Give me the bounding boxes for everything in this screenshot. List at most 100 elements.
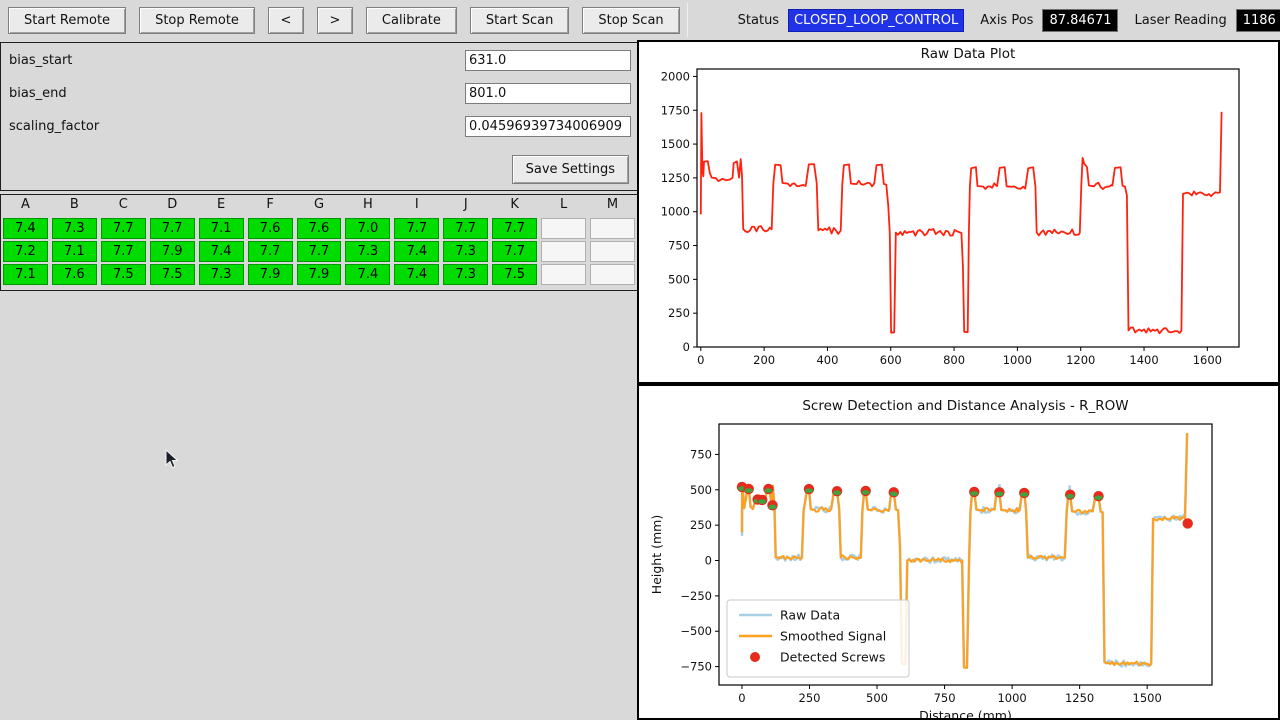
table-row-3: 7.17.67.57.57.37.97.97.47.47.37.5: [1, 263, 637, 286]
table-cell-d1: 7.7: [150, 218, 195, 239]
table-header-a: A: [1, 197, 50, 217]
step-right-button[interactable]: >: [317, 7, 353, 34]
screw-detection-plot: 0250500750100012501500−750−500−250025050…: [639, 386, 1278, 718]
table-header-i: I: [392, 197, 441, 217]
axis-pos-label: Axis Pos: [980, 13, 1033, 28]
table-cell-l2[interactable]: [541, 241, 586, 262]
table-cell-e1: 7.1: [199, 218, 244, 239]
scaling-factor-input[interactable]: [465, 116, 631, 137]
screw-detection-panel: 0250500750100012501500−750−500−250025050…: [637, 384, 1280, 720]
stop-scan-button[interactable]: Stop Scan: [582, 7, 679, 34]
calibrate-button[interactable]: Calibrate: [366, 7, 457, 34]
svg-text:1000: 1000: [997, 691, 1026, 705]
table-header-l: L: [539, 197, 588, 217]
table-header-m: M: [588, 197, 637, 217]
svg-text:2000: 2000: [661, 69, 690, 83]
svg-text:1750: 1750: [661, 103, 690, 117]
svg-text:200: 200: [753, 353, 775, 367]
table-row-1: 7.47.37.77.77.17.67.67.07.77.77.7: [1, 217, 637, 240]
table-cell-j1: 7.7: [443, 218, 488, 239]
table-cell-g2: 7.7: [297, 241, 342, 262]
svg-text:Detected Screws: Detected Screws: [780, 650, 885, 665]
svg-text:Height (mm): Height (mm): [649, 515, 664, 594]
table-header-b: B: [50, 197, 99, 217]
axis-pos-value: 87.84671: [1042, 9, 1118, 32]
table-cell-i3: 7.4: [394, 264, 439, 285]
svg-text:1500: 1500: [661, 137, 690, 151]
stop-remote-button[interactable]: Stop Remote: [139, 7, 255, 34]
table-cell-k2: 7.7: [492, 241, 537, 262]
svg-text:250: 250: [799, 691, 821, 705]
toolbar: Start Remote Stop Remote < > Calibrate Start …: [0, 0, 1280, 40]
svg-text:400: 400: [816, 353, 838, 367]
table-cell-m3[interactable]: [590, 264, 635, 285]
svg-text:250: 250: [668, 306, 690, 320]
svg-text:500: 500: [668, 272, 690, 286]
measurement-table: ABCDEFGHIJKLM7.47.37.77.77.17.67.67.07.7…: [0, 194, 638, 291]
table-header-g: G: [295, 197, 344, 217]
svg-text:Raw Data: Raw Data: [780, 608, 840, 623]
svg-text:1250: 1250: [661, 171, 690, 185]
svg-text:1500: 1500: [1133, 691, 1162, 705]
svg-text:Smoothed Signal: Smoothed Signal: [780, 629, 886, 644]
svg-text:600: 600: [880, 353, 902, 367]
table-cell-f2: 7.7: [248, 241, 293, 262]
svg-text:0: 0: [697, 353, 704, 367]
table-cell-b2: 7.1: [52, 241, 97, 262]
svg-text:Raw Data Plot: Raw Data Plot: [921, 46, 1016, 62]
table-cell-a2: 7.2: [3, 241, 48, 262]
table-cell-k3: 7.5: [492, 264, 537, 285]
bias-end-input[interactable]: [465, 83, 631, 104]
table-cell-f1: 7.6: [248, 218, 293, 239]
bias-start-input[interactable]: [465, 50, 631, 71]
table-row-2: 7.27.17.77.97.47.77.77.37.47.37.7: [1, 240, 637, 263]
save-settings-button[interactable]: Save Settings: [512, 155, 629, 184]
table-cell-i2: 7.4: [394, 241, 439, 262]
table-cell-b1: 7.3: [52, 218, 97, 239]
svg-text:Distance (mm): Distance (mm): [919, 708, 1012, 718]
table-cell-j3: 7.3: [443, 264, 488, 285]
svg-text:0: 0: [738, 691, 745, 705]
table-cell-a1: 7.4: [3, 218, 48, 239]
svg-text:750: 750: [934, 691, 956, 705]
bias-start-label: bias_start: [9, 53, 72, 68]
start-remote-button[interactable]: Start Remote: [8, 7, 126, 34]
table-cell-e3: 7.3: [199, 264, 244, 285]
table-cell-k1: 7.7: [492, 218, 537, 239]
svg-text:750: 750: [690, 447, 712, 461]
toolbar-buttons: Start Remote Stop Remote < > Calibrate Start …: [8, 7, 680, 34]
table-header-d: D: [148, 197, 197, 217]
table-cell-m1[interactable]: [590, 218, 635, 239]
svg-text:800: 800: [943, 353, 965, 367]
table-cell-h2: 7.3: [345, 241, 390, 262]
table-cell-d3: 7.5: [150, 264, 195, 285]
table-cell-i1: 7.7: [394, 218, 439, 239]
start-scan-button[interactable]: Start Scan: [470, 7, 570, 34]
app-window: Start Remote Stop Remote < > Calibrate Start …: [0, 0, 1280, 720]
svg-text:1000: 1000: [1003, 353, 1032, 367]
table-cell-f3: 7.9: [248, 264, 293, 285]
table-cell-j2: 7.3: [443, 241, 488, 262]
table-cell-l3[interactable]: [541, 264, 586, 285]
table-header-j: J: [441, 197, 490, 217]
status-label: Status: [738, 13, 779, 28]
svg-text:500: 500: [690, 483, 712, 497]
table-header-c: C: [99, 197, 148, 217]
svg-text:1400: 1400: [1129, 353, 1158, 367]
table-cell-l1[interactable]: [541, 218, 586, 239]
step-left-button[interactable]: <: [268, 7, 304, 34]
table-cell-b3: 7.6: [52, 264, 97, 285]
table-header-f: F: [246, 197, 295, 217]
laser-reading-label: Laser Reading: [1134, 13, 1226, 28]
table-header-k: K: [490, 197, 539, 217]
svg-text:0: 0: [683, 340, 690, 354]
svg-text:1250: 1250: [1065, 691, 1094, 705]
svg-text:Screw Detection and Distance A: Screw Detection and Distance Analysis - …: [802, 398, 1128, 414]
svg-text:1000: 1000: [661, 205, 690, 219]
table-cell-h1: 7.0: [345, 218, 390, 239]
table-cell-m2[interactable]: [590, 241, 635, 262]
bias-end-label: bias_end: [9, 86, 67, 101]
laser-reading-value: 1186: [1236, 9, 1280, 32]
table-cell-e2: 7.4: [199, 241, 244, 262]
table-cell-g1: 7.6: [297, 218, 342, 239]
